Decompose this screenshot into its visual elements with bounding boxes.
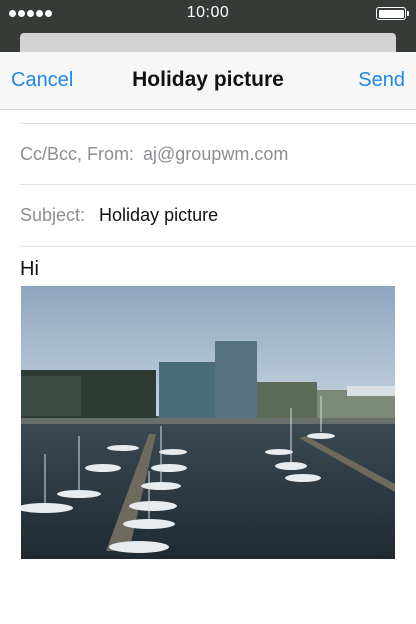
- subject-field[interactable]: Subject: Holiday picture: [20, 185, 416, 247]
- background-card: [20, 33, 396, 52]
- send-button[interactable]: Send: [358, 69, 405, 92]
- compose-navbar: Cancel Holiday picture Send: [0, 52, 416, 110]
- attached-photo[interactable]: [21, 286, 395, 559]
- to-field[interactable]: [20, 110, 416, 124]
- cc-bcc-from-field[interactable]: Cc/Bcc, From: aj@groupwm.com: [20, 124, 416, 185]
- status-time: 10:00: [186, 4, 230, 21]
- subject-input[interactable]: Holiday picture: [99, 205, 218, 226]
- background-sheet: [0, 28, 416, 52]
- status-bar: 10:00: [0, 0, 416, 28]
- cancel-button[interactable]: Cancel: [11, 69, 73, 92]
- from-email: aj@groupwm.com: [143, 143, 289, 164]
- message-body[interactable]: Hi: [20, 258, 39, 281]
- cc-bcc-from-label: Cc/Bcc, From:: [20, 143, 135, 164]
- battery-icon: [376, 7, 409, 20]
- subject-label: Subject:: [20, 205, 86, 225]
